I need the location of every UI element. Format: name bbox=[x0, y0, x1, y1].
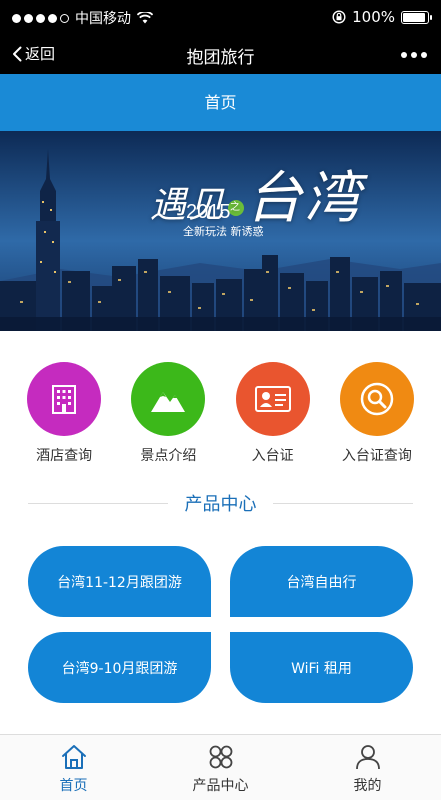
attractions-button[interactable]: 景点介绍 bbox=[122, 362, 214, 465]
more-dot bbox=[401, 52, 407, 58]
battery-percent: 100% bbox=[352, 8, 395, 26]
product-wifi-rental[interactable]: WiFi 租用 bbox=[230, 632, 413, 703]
search-icon bbox=[360, 382, 394, 416]
quick-label-permit-query: 入台证查询 bbox=[341, 448, 412, 464]
tab-mine[interactable]: 我的 bbox=[294, 735, 441, 800]
orientation-lock-icon bbox=[332, 10, 346, 24]
wifi-icon bbox=[137, 12, 153, 24]
more-dot bbox=[411, 52, 417, 58]
banner-subtitle: 全新玩法 新诱惑 bbox=[183, 225, 264, 238]
divider bbox=[273, 503, 413, 504]
search-icon-circle bbox=[339, 362, 414, 436]
app-title: 抱团旅行 bbox=[186, 48, 255, 68]
hotel-icon bbox=[52, 385, 77, 414]
quick-label-hotel: 酒店查询 bbox=[36, 448, 93, 464]
carrier-name: 中国移动 bbox=[75, 11, 131, 27]
tab-home[interactable]: 首页 bbox=[0, 735, 147, 800]
banner-title: 遇见 之台湾 bbox=[150, 153, 362, 234]
mountain-icon bbox=[151, 392, 186, 412]
more-dot bbox=[421, 52, 427, 58]
user-icon bbox=[355, 745, 380, 770]
nav-bar: 返回 抱团旅行 bbox=[0, 34, 441, 74]
tab-home-label: 首页 bbox=[59, 778, 88, 794]
mountain-icon-circle bbox=[131, 362, 206, 436]
status-left: 中国移动 bbox=[12, 8, 153, 28]
id-card-icon bbox=[254, 386, 291, 412]
more-menu-button[interactable] bbox=[401, 52, 427, 58]
battery-fill bbox=[403, 12, 425, 22]
product-taiwan-sep-oct-tour[interactable]: 台湾9-10月跟团游 bbox=[28, 632, 211, 703]
quick-label-permit: 入台证 bbox=[251, 448, 294, 464]
quick-actions: 酒店查询 景点介绍 入台证 入台证查询 bbox=[0, 362, 441, 465]
hero-banner[interactable]: 遇见 之台湾 2015 全新玩法 新诱惑 bbox=[0, 131, 441, 331]
product-taiwan-free-travel[interactable]: 台湾自由行 bbox=[230, 546, 413, 617]
tab-bar: 首页 产品中心 我的 bbox=[0, 734, 441, 800]
signal-strength-icon bbox=[12, 13, 69, 23]
hotel-search-button[interactable]: 酒店查询 bbox=[18, 362, 110, 465]
banner-year: 2015 bbox=[186, 201, 231, 223]
tab-products[interactable]: 产品中心 bbox=[147, 735, 294, 800]
product-taiwan-nov-dec-tour[interactable]: 台湾11-12月跟团游 bbox=[28, 546, 211, 617]
product-section-header: 产品中心 bbox=[28, 490, 413, 516]
quick-label-attractions: 景点介绍 bbox=[140, 448, 197, 464]
status-bar: 中国移动 100% bbox=[0, 0, 441, 34]
home-icon bbox=[61, 745, 86, 769]
entry-permit-button[interactable]: 入台证 bbox=[227, 362, 319, 465]
tab-mine-label: 我的 bbox=[353, 778, 382, 794]
tab-products-label: 产品中心 bbox=[192, 778, 249, 794]
hotel-icon-circle bbox=[27, 362, 102, 436]
id-card-icon-circle bbox=[235, 362, 310, 436]
grid-icon bbox=[209, 745, 232, 769]
status-right: 100% bbox=[332, 8, 432, 26]
banner-title-part2: 台湾 bbox=[246, 166, 363, 231]
permit-query-button[interactable]: 入台证查询 bbox=[331, 362, 423, 465]
page-title: 首页 bbox=[0, 74, 441, 131]
battery-icon bbox=[401, 10, 432, 24]
